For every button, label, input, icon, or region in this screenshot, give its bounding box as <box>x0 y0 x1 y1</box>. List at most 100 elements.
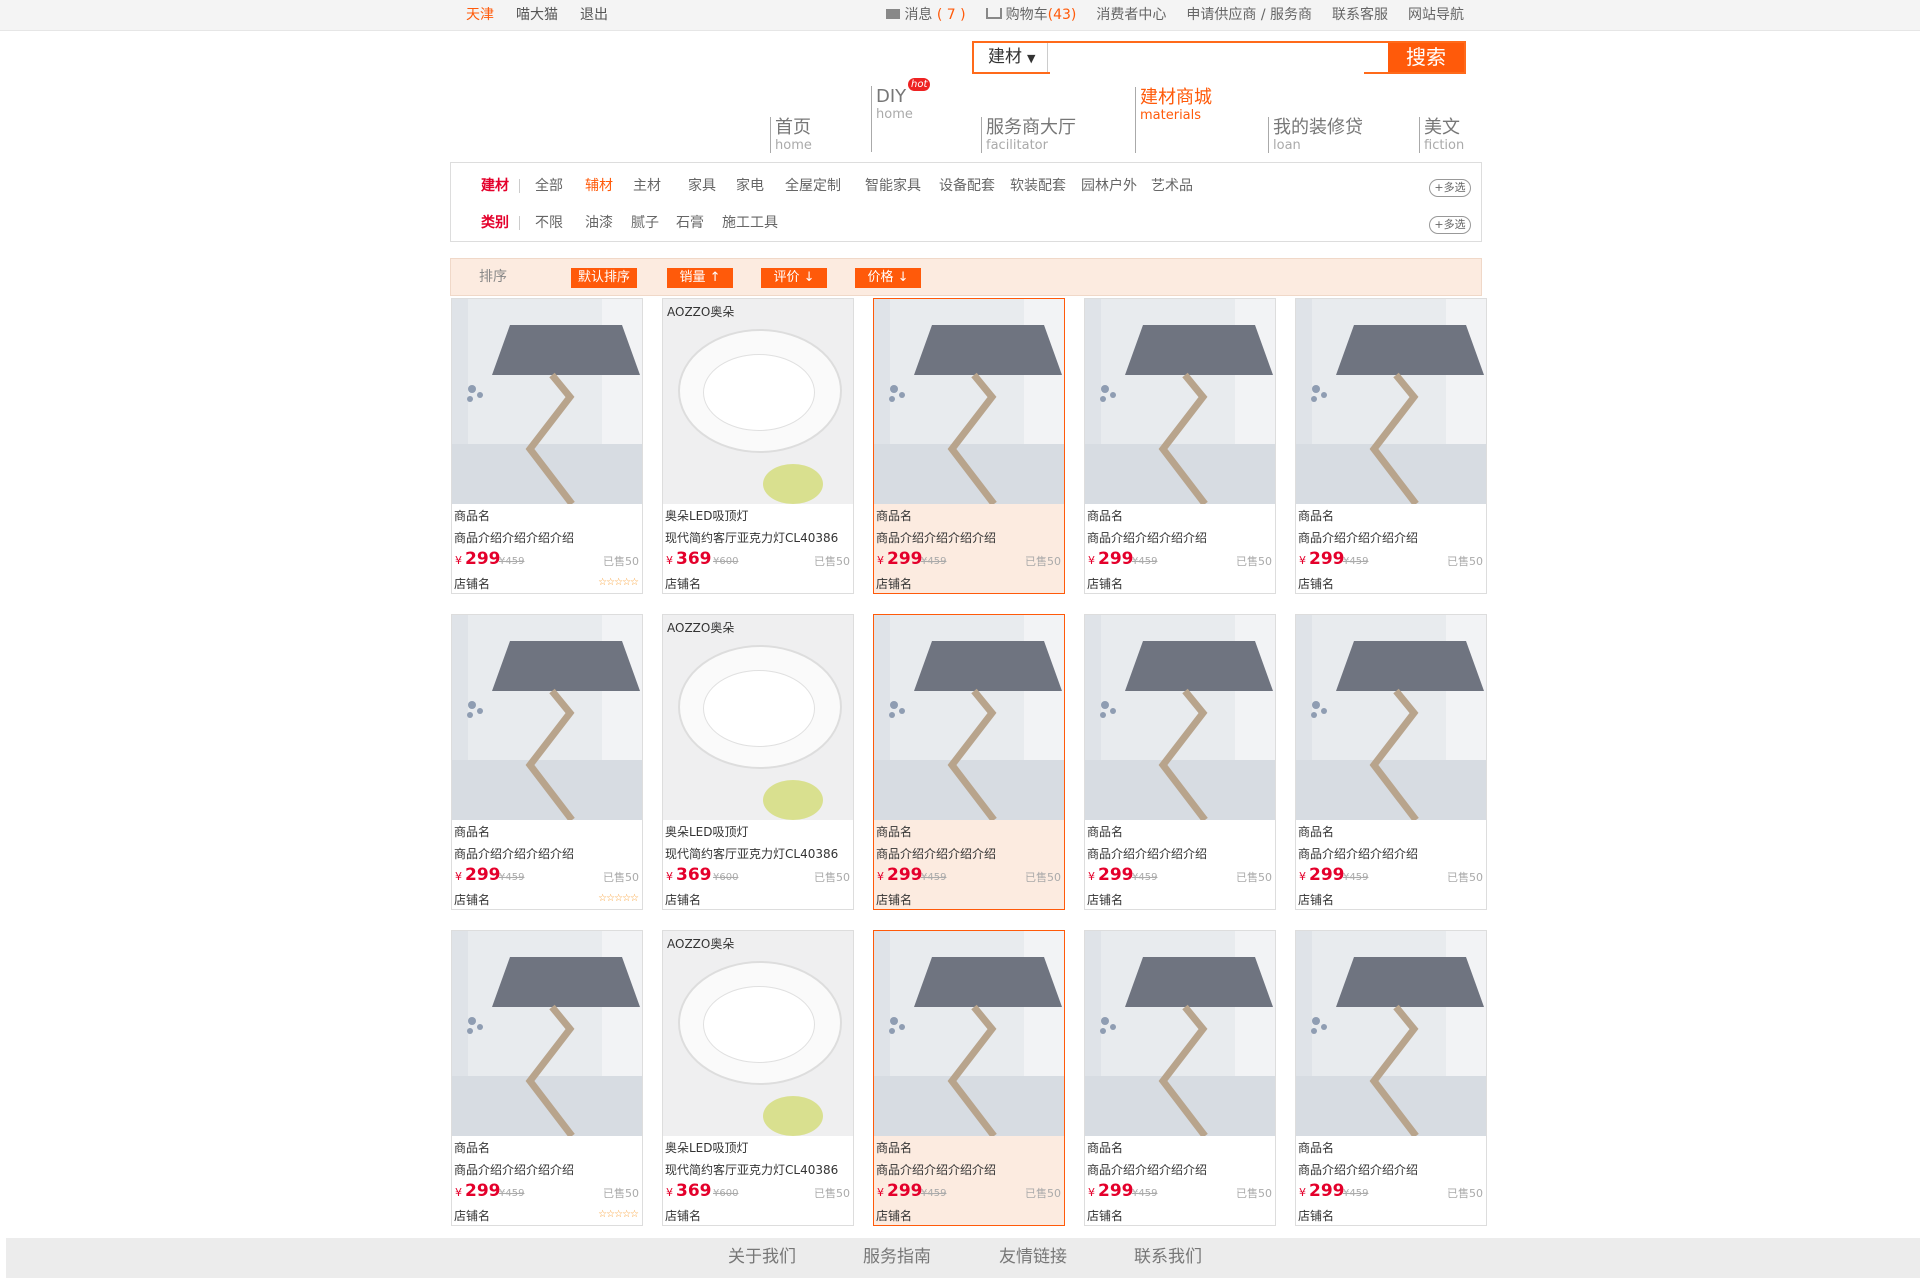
shop-name[interactable]: 店铺名 <box>1087 1207 1123 1224</box>
product-name[interactable]: 奥朵LED吸顶灯 <box>665 507 749 524</box>
site-nav-link[interactable]: 网站导航 <box>1408 0 1464 30</box>
product-name[interactable]: 商品名 <box>454 507 490 524</box>
product-image[interactable] <box>1085 299 1275 504</box>
shop-name[interactable]: 店铺名 <box>1298 575 1334 592</box>
shop-name[interactable]: 店铺名 <box>1087 575 1123 592</box>
nav-fiction[interactable]: 美文 fiction <box>1419 117 1464 153</box>
shop-name[interactable]: 店铺名 <box>454 1207 490 1224</box>
product-name[interactable]: 商品名 <box>454 1139 490 1156</box>
product-desc[interactable]: 商品介绍介绍介绍介绍 <box>454 529 574 546</box>
shop-name[interactable]: 店铺名 <box>665 1207 701 1224</box>
filter-option-selected[interactable]: 辅材 <box>585 171 613 201</box>
product-name[interactable]: 商品名 <box>1298 507 1334 524</box>
product-card[interactable]: 商品名 商品介绍介绍介绍介绍 ¥299 ¥459 已售50 店铺名 <box>1084 298 1276 594</box>
product-card[interactable]: 商品名 商品介绍介绍介绍介绍 ¥299 ¥459 已售50 店铺名 ☆☆☆☆☆ <box>451 614 643 910</box>
product-desc[interactable]: 商品介绍介绍介绍介绍 <box>1087 529 1207 546</box>
filter-option[interactable]: 设备配套 <box>939 171 995 201</box>
shop-name[interactable]: 店铺名 <box>665 891 701 908</box>
filter-option[interactable]: 不限 <box>535 208 563 238</box>
product-image[interactable] <box>1085 615 1275 820</box>
product-desc[interactable]: 商品介绍介绍介绍介绍 <box>876 845 996 862</box>
product-name[interactable]: 商品名 <box>876 823 912 840</box>
shop-name[interactable]: 店铺名 <box>1298 891 1334 908</box>
product-name[interactable]: 商品名 <box>454 823 490 840</box>
filter-option[interactable]: 软装配套 <box>1010 171 1066 201</box>
filter-option[interactable]: 施工工具 <box>722 208 778 238</box>
footer-link-friends[interactable]: 友情链接 <box>999 1242 1067 1267</box>
shop-name[interactable]: 店铺名 <box>876 891 912 908</box>
logout-link[interactable]: 退出 <box>580 0 608 30</box>
product-image[interactable] <box>874 931 1064 1136</box>
nav-loan[interactable]: 我的装修贷 loan <box>1268 117 1363 153</box>
cart-link[interactable]: 购物车(43) <box>985 0 1076 30</box>
search-input[interactable] <box>1050 43 1364 74</box>
messages-link[interactable]: 消息 ( 7 ) <box>886 0 966 30</box>
product-image[interactable]: AOZZO奥朵 <box>663 615 853 820</box>
product-card[interactable]: 商品名 商品介绍介绍介绍介绍 ¥299 ¥459 已售50 店铺名 <box>1295 298 1487 594</box>
product-desc[interactable]: 现代简约客厅亚克力灯CL40386 <box>665 1161 838 1178</box>
product-name[interactable]: 商品名 <box>1087 823 1123 840</box>
product-desc[interactable]: 商品介绍介绍介绍介绍 <box>1298 845 1418 862</box>
footer-link-contact[interactable]: 联系我们 <box>1134 1242 1202 1267</box>
shop-name[interactable]: 店铺名 <box>454 891 490 908</box>
product-card[interactable]: 商品名 商品介绍介绍介绍介绍 ¥299 ¥459 已售50 店铺名 <box>1084 614 1276 910</box>
product-desc[interactable]: 商品介绍介绍介绍介绍 <box>1298 529 1418 546</box>
filter-option[interactable]: 油漆 <box>585 208 613 238</box>
nav-home[interactable]: 首页 home <box>770 117 812 153</box>
product-image[interactable] <box>1296 931 1486 1136</box>
filter-option[interactable]: 智能家具 <box>865 171 921 201</box>
product-card[interactable]: 商品名 商品介绍介绍介绍介绍 ¥299 ¥459 已售50 店铺名 <box>873 614 1065 910</box>
product-name[interactable]: 商品名 <box>1087 507 1123 524</box>
product-desc[interactable]: 商品介绍介绍介绍介绍 <box>876 1161 996 1178</box>
product-image[interactable] <box>452 931 642 1136</box>
product-image[interactable] <box>452 615 642 820</box>
nav-facilitator[interactable]: 服务商大厅 facilitator <box>981 117 1076 153</box>
product-name[interactable]: 商品名 <box>1298 823 1334 840</box>
product-name[interactable]: 奥朵LED吸顶灯 <box>665 823 749 840</box>
product-image[interactable]: AOZZO奥朵 <box>663 931 853 1136</box>
product-name[interactable]: 商品名 <box>876 507 912 524</box>
sort-rating-button[interactable]: 评价 ↓ <box>761 268 827 288</box>
product-desc[interactable]: 商品介绍介绍介绍介绍 <box>1087 1161 1207 1178</box>
product-card[interactable]: AOZZO奥朵 奥朵LED吸顶灯 现代简约客厅亚克力灯CL40386 ¥369 ¥600… <box>662 298 854 594</box>
shop-name[interactable]: 店铺名 <box>876 575 912 592</box>
sort-price-button[interactable]: 价格 ↓ <box>855 268 921 288</box>
search-button[interactable]: 搜索 <box>1388 43 1464 72</box>
product-desc[interactable]: 现代简约客厅亚克力灯CL40386 <box>665 529 838 546</box>
product-desc[interactable]: 商品介绍介绍介绍介绍 <box>1087 845 1207 862</box>
contact-service-link[interactable]: 联系客服 <box>1332 0 1388 30</box>
product-name[interactable]: 商品名 <box>876 1139 912 1156</box>
shop-name[interactable]: 店铺名 <box>1298 1207 1334 1224</box>
filter-option[interactable]: 腻子 <box>631 208 659 238</box>
product-card[interactable]: AOZZO奥朵 奥朵LED吸顶灯 现代简约客厅亚克力灯CL40386 ¥369 ¥600… <box>662 930 854 1226</box>
consumer-center-link[interactable]: 消费者中心 <box>1096 0 1166 30</box>
product-image[interactable] <box>1296 615 1486 820</box>
apply-supplier-link[interactable]: 申请供应商 / 服务商 <box>1186 0 1312 30</box>
product-image[interactable] <box>452 299 642 504</box>
filter-option[interactable]: 石膏 <box>676 208 704 238</box>
filter-option[interactable]: 主材 <box>633 171 661 201</box>
shop-name[interactable]: 店铺名 <box>1087 891 1123 908</box>
product-desc[interactable]: 商品介绍介绍介绍介绍 <box>876 529 996 546</box>
multi-select-button[interactable]: +多选 <box>1429 179 1471 197</box>
product-card[interactable]: 商品名 商品介绍介绍介绍介绍 ¥299 ¥459 已售50 店铺名 <box>1295 614 1487 910</box>
product-image[interactable] <box>1085 931 1275 1136</box>
filter-option[interactable]: 全屋定制 <box>785 171 841 201</box>
product-desc[interactable]: 现代简约客厅亚克力灯CL40386 <box>665 845 838 862</box>
sort-default-button[interactable]: 默认排序 <box>571 268 637 288</box>
filter-option[interactable]: 园林户外 <box>1081 171 1137 201</box>
sort-sales-button[interactable]: 销量 ↑ <box>667 268 733 288</box>
product-image[interactable]: AOZZO奥朵 <box>663 299 853 504</box>
product-name[interactable]: 商品名 <box>1298 1139 1334 1156</box>
shop-name[interactable]: 店铺名 <box>876 1207 912 1224</box>
product-name[interactable]: 商品名 <box>1087 1139 1123 1156</box>
product-card[interactable]: 商品名 商品介绍介绍介绍介绍 ¥299 ¥459 已售50 店铺名 <box>873 930 1065 1226</box>
search-category-select[interactable]: 建材 ▼ <box>974 43 1048 72</box>
nav-diy[interactable]: DIY hot home <box>871 78 931 152</box>
product-image[interactable] <box>1296 299 1486 504</box>
product-card[interactable]: 商品名 商品介绍介绍介绍介绍 ¥299 ¥459 已售50 店铺名 <box>1084 930 1276 1226</box>
product-desc[interactable]: 商品介绍介绍介绍介绍 <box>454 845 574 862</box>
shop-name[interactable]: 店铺名 <box>454 575 490 592</box>
product-card[interactable]: 商品名 商品介绍介绍介绍介绍 ¥299 ¥459 已售50 店铺名 <box>1295 930 1487 1226</box>
product-desc[interactable]: 商品介绍介绍介绍介绍 <box>454 1161 574 1178</box>
